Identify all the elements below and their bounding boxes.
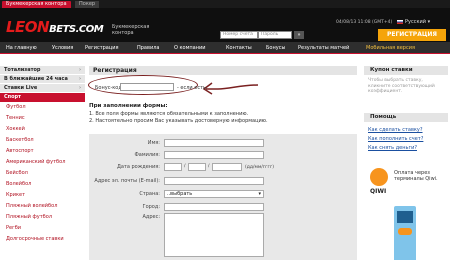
sidebar-sport-item[interactable]: Пляжный волейбол (0, 201, 85, 212)
login-button[interactable]: » (294, 31, 304, 39)
help-link-withdraw[interactable]: Как снять деньги? (368, 145, 417, 151)
help-title: Помощь (364, 113, 448, 122)
birthdate-format-hint: (дд/мм/гггг) (245, 165, 275, 170)
date-separator: / (208, 164, 210, 169)
sidebar-sport-item[interactable]: Бейсбол (0, 168, 85, 179)
qiwi-logo-text: QIWI (370, 188, 387, 195)
birth-month-input[interactable] (188, 163, 206, 171)
sidebar-sport-header: Спорт (0, 93, 85, 102)
coupon-title: Купон ставки (364, 66, 448, 75)
sidebar-sport-item[interactable]: Футбол (0, 102, 85, 113)
coupon-text: Чтобы выбрать ставку, кликните соответст… (368, 78, 435, 94)
sidebar-sport-item[interactable]: Долгосрочные ставки (0, 234, 85, 245)
top-strip: Букмекерская контора Покер (0, 0, 450, 8)
sidebar-sport-item[interactable]: Волейбол (0, 179, 85, 190)
chevron-down-icon: ▾ (258, 191, 261, 197)
account-number-input[interactable]: Номер счета (220, 31, 258, 39)
nav-contacts[interactable]: Контакты (226, 45, 252, 51)
help-link-bet[interactable]: Как сделать ставку? (368, 127, 423, 133)
birthdate-label: Дата рождения: (116, 164, 160, 170)
sidebar-sport-item[interactable]: Теннис (0, 113, 85, 124)
nav-bonuses[interactable]: Бонусы (266, 45, 285, 51)
country-label: Страна: (139, 191, 160, 197)
nav-about[interactable]: О компании (174, 45, 205, 51)
first-name-label: Имя: (147, 140, 160, 146)
birth-day-input[interactable] (164, 163, 182, 171)
nav-home[interactable]: На главную (6, 45, 37, 51)
chevron-right-icon: › (78, 76, 81, 82)
country-select[interactable]: ..выбрать ▾ (164, 190, 264, 198)
surname-label: Фамилия: (134, 152, 160, 158)
register-button[interactable]: РЕГИСТРАЦИЯ (378, 29, 446, 41)
payment-terminal-icon (394, 206, 416, 260)
header: LEONBETS.COM Букмекерская контора 04/08/… (0, 8, 450, 42)
birth-year-input[interactable] (212, 163, 242, 171)
nav-rules[interactable]: Правила (137, 45, 159, 51)
nav-mobile[interactable]: Мобильная версия (366, 45, 415, 51)
sidebar-sport-item[interactable]: Автоспорт (0, 146, 85, 157)
qiwi-banner[interactable]: QIWI Оплата через терминалы Qiwi. (364, 168, 448, 260)
first-name-input[interactable] (164, 139, 264, 147)
help-link-deposit[interactable]: Как пополнить счет? (368, 136, 423, 142)
password-input[interactable]: Пароль (258, 31, 292, 39)
chevron-right-icon: › (78, 67, 81, 73)
sidebar-sport-item[interactable]: Хоккей (0, 124, 85, 135)
tab-sportsbook[interactable]: Букмекерская контора (2, 1, 71, 8)
rule-item: 2. Настоятельно просим Вас указывать дос… (89, 118, 268, 124)
server-datetime: 04/08/13 11:08 (GMT+4) (336, 20, 393, 25)
address-textarea[interactable] (164, 213, 264, 257)
arrow-left-icon (202, 82, 259, 95)
email-label: Адрес эл. почты (E-mail): (94, 178, 160, 184)
tab-poker[interactable]: Покер (75, 1, 100, 8)
address-label: Адрес: (142, 214, 160, 220)
promo-code-input[interactable] (120, 83, 174, 91)
rules-title: При заполнении формы: (89, 103, 168, 109)
promo-code-note: - если есть. (177, 85, 208, 91)
sidebar-totalizator[interactable]: Тотализатор › (0, 66, 85, 75)
qiwi-text: Оплата через терминалы Qiwi. (394, 170, 438, 182)
left-sidebar: Тотализатор › В ближайшие 24 часа › Ставки… (0, 66, 85, 245)
sidebar-live[interactable]: Ставки Live › (0, 84, 85, 93)
site-tagline: Букмекерская контора (112, 24, 150, 36)
chevron-right-icon: › (78, 85, 81, 91)
city-input[interactable] (164, 203, 264, 211)
sidebar-sport-item[interactable]: Пляжный футбол (0, 212, 85, 223)
russian-flag-icon (397, 19, 403, 24)
language-selector[interactable]: Русский ▾ (397, 19, 430, 25)
main-nav: На главную Условия Регистрация Правила О… (0, 42, 450, 54)
city-label: Город: (142, 204, 160, 210)
sidebar-next-24h[interactable]: В ближайшие 24 часа › (0, 75, 85, 84)
date-separator: / (184, 164, 186, 169)
email-input[interactable] (164, 177, 264, 185)
nav-terms[interactable]: Условия (52, 45, 73, 51)
nav-registration[interactable]: Регистрация (85, 45, 119, 51)
nav-results[interactable]: Результаты матчей (298, 45, 349, 51)
rule-item: 1. Все поля формы являются обязательными… (89, 111, 249, 117)
qiwi-logo-icon (370, 168, 388, 186)
surname-input[interactable] (164, 151, 264, 159)
sidebar-sport-item[interactable]: Американский футбол (0, 157, 85, 168)
site-logo[interactable]: LEONBETS.COM (6, 18, 104, 36)
sidebar-sport-item[interactable]: Баскетбол (0, 135, 85, 146)
sidebar-sport-item[interactable]: Крикет (0, 190, 85, 201)
sidebar-sport-item[interactable]: Регби (0, 223, 85, 234)
